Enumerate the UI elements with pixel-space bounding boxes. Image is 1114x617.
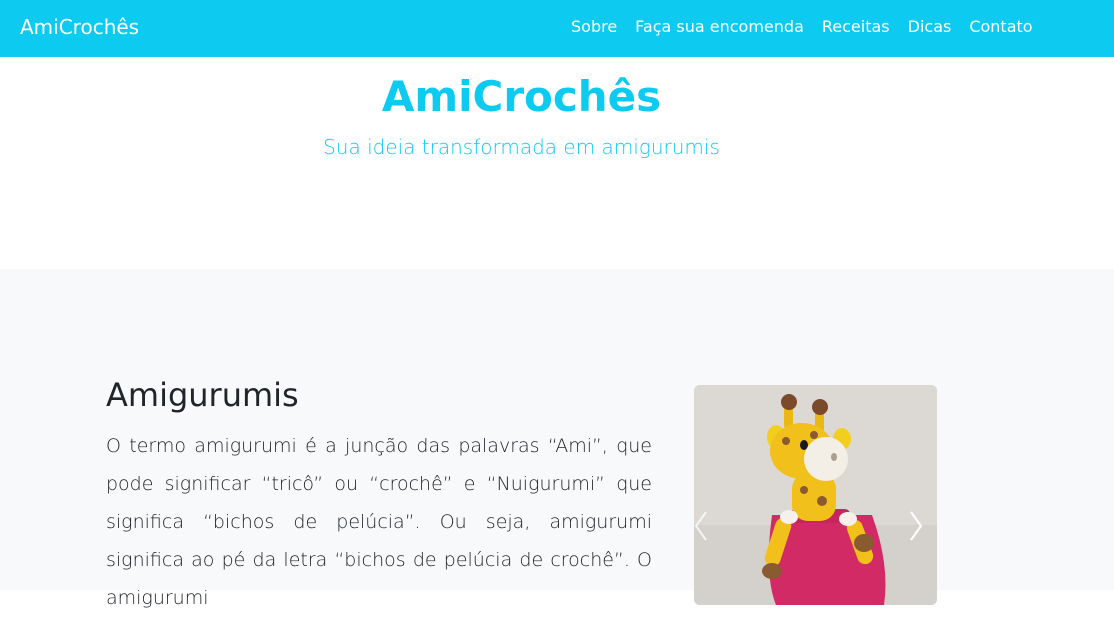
nav-link-encomenda[interactable]: Faça sua encomenda — [626, 15, 813, 39]
nav-link-receitas[interactable]: Receitas — [813, 15, 899, 39]
chevron-right-icon — [910, 511, 923, 541]
nav-links: Sobre Faça sua encomenda Receitas Dicas … — [562, 15, 1042, 39]
nav-link-dicas[interactable]: Dicas — [899, 15, 961, 39]
hero-title: AmiCrochês — [381, 72, 662, 121]
giraffe-amigurumi-image — [694, 385, 937, 605]
section-title: Amigurumis — [106, 376, 299, 414]
hero-subtitle: Sua ideia transformada em amigurumis — [323, 135, 720, 159]
image-carousel — [694, 385, 937, 605]
hero: AmiCrochês Sua ideia transformada em ami… — [0, 57, 1114, 269]
section-paragraph: O termo amigurumi é a junção das palavra… — [106, 435, 652, 609]
navbar-brand[interactable]: AmiCrochês — [20, 13, 139, 41]
carousel-prev-button[interactable] — [694, 508, 720, 544]
about-section: Amigurumis O termo amigurumi é a junção … — [0, 269, 1114, 609]
chevron-left-icon — [694, 511, 707, 541]
carousel-next-button[interactable] — [905, 508, 931, 544]
nav-link-sobre[interactable]: Sobre — [562, 15, 626, 39]
nav-link-contato[interactable]: Contato — [960, 15, 1041, 39]
navbar: AmiCrochês Sobre Faça sua encomenda Rece… — [0, 0, 1114, 57]
